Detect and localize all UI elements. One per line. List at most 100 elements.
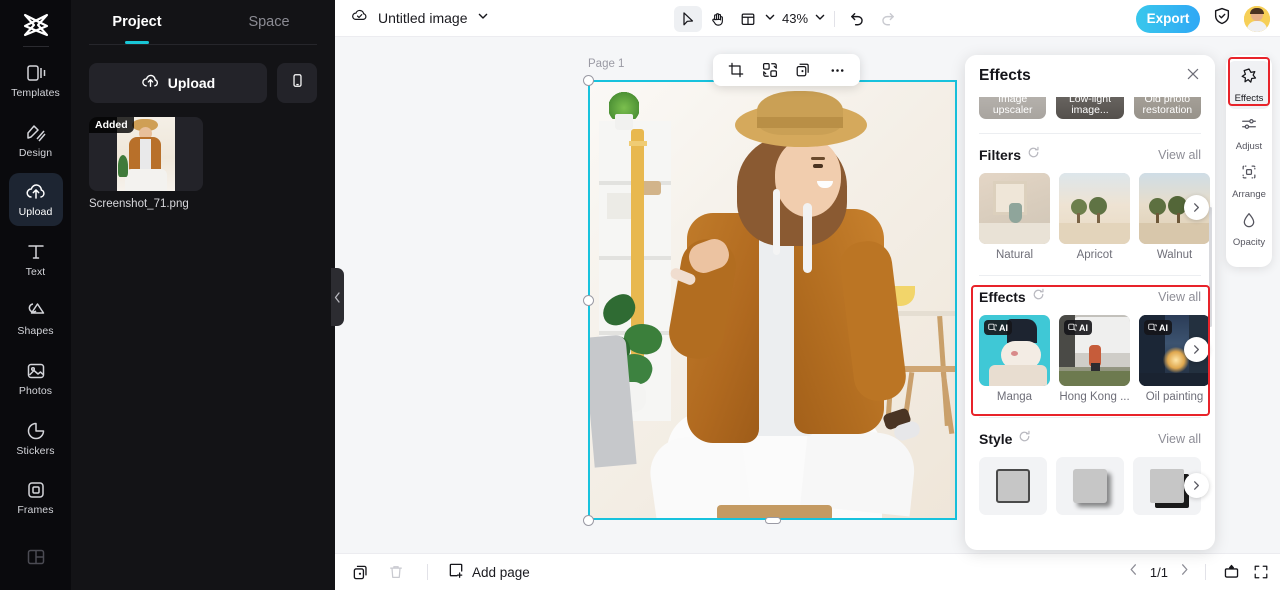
zoom-level: 43%: [782, 11, 809, 26]
right-dock: Effects Adjust Arrange Opacity: [1226, 55, 1272, 267]
style-item-shadow[interactable]: [1056, 457, 1124, 515]
artboard[interactable]: [589, 81, 956, 519]
style-item-outline[interactable]: [979, 457, 1047, 515]
dock-item-label: Effects: [1234, 92, 1264, 104]
duplicate-button[interactable]: [790, 58, 816, 82]
resize-handle-bottom-left[interactable]: [583, 515, 594, 526]
resize-handle-top-left[interactable]: [583, 75, 594, 86]
resize-handle-bottom-middle[interactable]: [765, 517, 781, 524]
sidebar-item-stickers[interactable]: Stickers: [9, 411, 63, 465]
avatar[interactable]: [1244, 5, 1270, 32]
next-page-button[interactable]: [1178, 563, 1191, 581]
effects-next-button[interactable]: [1184, 337, 1209, 362]
style-thumbnail-row: [979, 457, 1209, 515]
panel-collapse-handle[interactable]: [331, 268, 344, 326]
filters-section-header: Filters View all: [979, 146, 1201, 164]
tab-space[interactable]: Space: [203, 0, 335, 44]
effects-panel-header: Effects: [965, 55, 1215, 97]
tab-project[interactable]: Project: [71, 0, 203, 44]
mobile-upload-icon: [289, 72, 306, 94]
sidebar-item-label: Text: [25, 265, 46, 278]
fullscreen-button[interactable]: [1250, 561, 1272, 583]
shield-check-icon[interactable]: [1212, 6, 1232, 31]
capcut-logo-icon[interactable]: [16, 8, 56, 42]
layout-tool-button[interactable]: [734, 6, 762, 32]
remove-background-button[interactable]: [757, 58, 783, 82]
style-next-button[interactable]: [1184, 473, 1209, 498]
delete-page-button[interactable]: [385, 561, 407, 583]
canvas-tools: 43%: [674, 0, 901, 37]
dock-item-label: Adjust: [1235, 140, 1263, 152]
panel-scrollbar[interactable]: [1209, 207, 1212, 327]
dock-item-arrange[interactable]: Arrange: [1228, 157, 1270, 205]
sidebar-item-text[interactable]: Text: [9, 232, 63, 286]
section-divider: [979, 133, 1201, 134]
effects-panel: Effects Image upscaler Low-light image..…: [965, 55, 1215, 550]
frames-icon: [25, 479, 47, 501]
sidebar-item-upload[interactable]: Upload: [8, 172, 63, 227]
resize-handle-left-middle[interactable]: [583, 295, 594, 306]
upload-button[interactable]: Upload: [89, 63, 267, 103]
sidebar-item-design[interactable]: Design: [9, 113, 63, 167]
more-options-button[interactable]: [824, 58, 850, 82]
filter-label: Natural: [995, 249, 1034, 261]
effect-item-hongkong[interactable]: AI Hong Kong ...: [1059, 315, 1130, 403]
ai-tool-card[interactable]: Low-light image...: [1056, 97, 1124, 119]
undo-button[interactable]: [843, 6, 871, 32]
effect-item-manga[interactable]: AI Manga: [979, 315, 1050, 403]
effects-panel-body[interactable]: Image upscaler Low-light image... Old ph…: [965, 97, 1215, 550]
effects-view-all[interactable]: View all: [1158, 290, 1201, 304]
section-divider: [979, 417, 1201, 418]
ai-tool-card[interactable]: Old photo restoration: [1133, 97, 1201, 119]
pager: 1/1: [1127, 563, 1191, 581]
filter-item-natural[interactable]: Natural: [979, 173, 1050, 261]
refresh-icon[interactable]: [1018, 430, 1031, 448]
export-button[interactable]: Export: [1136, 4, 1200, 33]
filters-view-all[interactable]: View all: [1158, 148, 1201, 162]
ai-badge: AI: [984, 320, 1012, 335]
filters-next-button[interactable]: [1184, 195, 1209, 220]
add-page-icon: [448, 562, 465, 582]
page-label: Page 1: [588, 58, 625, 70]
dock-item-effects[interactable]: Effects: [1228, 61, 1270, 109]
dock-item-adjust[interactable]: Adjust: [1228, 109, 1270, 157]
page-navigation: 1/1: [1127, 561, 1272, 583]
dock-item-label: Arrange: [1232, 188, 1266, 200]
duplicate-page-button[interactable]: [349, 561, 371, 583]
effects-section-header: Effects View all: [979, 288, 1201, 306]
arrange-icon: [1240, 163, 1258, 186]
crop-button[interactable]: [723, 58, 749, 82]
upload-row: Upload: [71, 45, 335, 103]
add-page-button[interactable]: Add page: [448, 562, 530, 582]
close-icon[interactable]: [1185, 66, 1201, 87]
sidebar-item-photos[interactable]: Photos: [9, 352, 63, 406]
present-button[interactable]: [1220, 561, 1242, 583]
filter-item-apricot[interactable]: Apricot: [1059, 173, 1130, 261]
select-tool-button[interactable]: [674, 5, 702, 32]
refresh-icon[interactable]: [1027, 146, 1040, 164]
sidebar-item-frames[interactable]: Frames: [9, 471, 63, 525]
adjust-sliders-icon: [1240, 115, 1258, 138]
sidebar-item-shapes[interactable]: Shapes: [9, 292, 63, 346]
zoom-chevron-down-icon[interactable]: [814, 10, 826, 28]
sidebar-item-label: Photos: [18, 385, 53, 398]
sidebar-item-layout[interactable]: [9, 530, 63, 584]
refresh-icon[interactable]: [1032, 288, 1045, 306]
list-item[interactable]: Added Screenshot_71.png: [89, 117, 203, 212]
prev-page-button[interactable]: [1127, 563, 1140, 581]
hand-tool-button[interactable]: [704, 6, 732, 32]
style-view-all[interactable]: View all: [1158, 432, 1201, 446]
photos-icon: [25, 360, 47, 382]
document-title-group[interactable]: Untitled image: [335, 6, 489, 30]
ai-tool-card[interactable]: Image upscaler: [979, 97, 1047, 119]
opacity-drop-icon: [1240, 211, 1258, 234]
chevron-down-icon[interactable]: [477, 9, 489, 27]
photo-image: [589, 81, 956, 519]
dock-item-opacity[interactable]: Opacity: [1228, 205, 1270, 253]
mobile-upload-button[interactable]: [277, 63, 317, 103]
sidebar-item-templates[interactable]: Templates: [9, 53, 63, 107]
layout-chevron-down-icon[interactable]: [764, 10, 776, 28]
page-actions: Add page: [335, 561, 530, 583]
asset-thumbnail[interactable]: Added: [89, 117, 203, 191]
redo-button[interactable]: [873, 6, 901, 32]
